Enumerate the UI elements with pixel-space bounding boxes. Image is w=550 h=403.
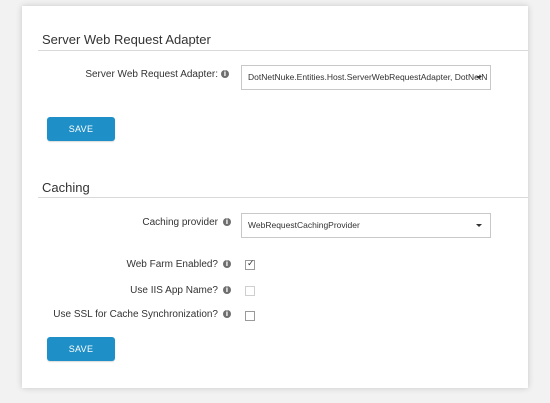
save-button[interactable]: SAVE [47, 117, 115, 141]
caching-provider-value: WebRequestCachingProvider [248, 220, 360, 230]
ssl-checkbox[interactable] [245, 311, 255, 321]
caching-section-title: Caching [42, 180, 90, 195]
info-icon[interactable]: i [223, 260, 231, 268]
chevron-down-icon [476, 224, 482, 227]
section-divider [38, 197, 528, 198]
caching-provider-label: Caching provider [142, 217, 218, 228]
info-icon[interactable]: i [221, 70, 229, 78]
info-icon[interactable]: i [223, 218, 231, 226]
web-farm-label: Web Farm Enabled? [126, 259, 218, 270]
server-section-title: Server Web Request Adapter [42, 32, 211, 47]
web-farm-checkbox[interactable]: ✓ [245, 259, 255, 270]
chevron-down-icon [476, 76, 482, 79]
iis-app-name-checkbox[interactable] [245, 286, 255, 296]
info-icon[interactable]: i [223, 310, 231, 318]
iis-app-name-label: Use IIS App Name? [130, 285, 218, 296]
check-icon: ✓ [247, 259, 255, 269]
adapter-select[interactable]: DotNetNuke.Entities.Host.ServerWebReques… [241, 65, 491, 90]
ssl-label: Use SSL for Cache Synchronization? [53, 309, 218, 320]
info-icon[interactable]: i [223, 286, 231, 294]
caching-provider-select[interactable]: WebRequestCachingProvider [241, 213, 491, 238]
save-button[interactable]: SAVE [47, 337, 115, 361]
section-divider [38, 50, 528, 51]
settings-panel: Server Web Request Adapter Server Web Re… [22, 6, 528, 388]
adapter-select-value: DotNetNuke.Entities.Host.ServerWebReques… [248, 72, 488, 82]
adapter-label: Server Web Request Adapter: [85, 69, 218, 80]
